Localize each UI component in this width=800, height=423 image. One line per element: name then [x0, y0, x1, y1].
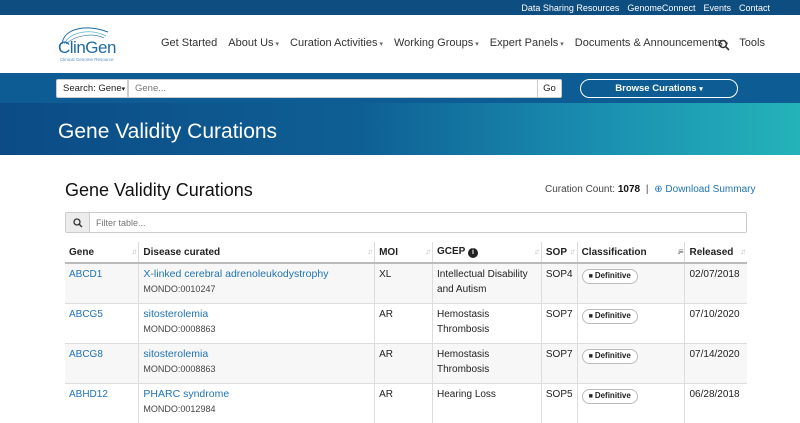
disease-link[interactable]: PHARC syndrome — [143, 387, 370, 402]
file-icon: ■ — [588, 273, 593, 280]
disease-link[interactable]: sitosterolemia — [143, 347, 370, 362]
table-row: ABCG8 sitosterolemia MONDO:0008863 AR Hem… — [65, 342, 747, 383]
file-icon: ■ — [588, 352, 593, 360]
released-cell: 07/10/2020 — [684, 302, 747, 343]
go-button[interactable]: Go — [537, 79, 562, 98]
column-header-classification[interactable]: Classification ↓≡ — [576, 242, 685, 264]
nav-working-groups[interactable]: Working Groups ▾ — [394, 37, 479, 49]
sop-cell: SOP4 — [540, 262, 578, 303]
nav-expert-panels[interactable]: Expert Panels ▾ — [490, 37, 564, 49]
page-banner: Gene Validity Curations — [0, 103, 800, 155]
caret-down-icon: ▾ — [275, 41, 280, 48]
nav-tools[interactable]: Tools — [739, 37, 765, 49]
browse-curations-button[interactable]: Browse Curations ▾ — [580, 79, 738, 98]
nav-about-us[interactable]: About Us ▾ — [228, 37, 279, 49]
sop-cell: SOP7 — [540, 342, 578, 383]
mondo-id: MONDO:0008863 — [143, 363, 216, 374]
logo-wordmark: ClinGen — [58, 38, 116, 57]
sop-cell: SOP7 — [540, 302, 578, 343]
banner-title: Gene Validity Curations — [58, 120, 278, 143]
column-header-sop[interactable]: SOP ↓↑ — [540, 242, 578, 264]
info-icon[interactable]: i — [467, 248, 478, 258]
caret-down-icon: ▾ — [121, 86, 126, 93]
search-type-dropdown[interactable]: Search: Gene▾ — [56, 79, 128, 98]
column-header-released[interactable]: Released ↓↑ — [684, 242, 747, 264]
nav-curation-activities[interactable]: Curation Activities ▾ — [290, 37, 383, 49]
nav-documents-announcements[interactable]: Documents & Announcements ▾ — [575, 37, 729, 49]
sort-desc-icon: ↓≡ — [676, 247, 684, 256]
table-row: ABHD12 PHARC syndrome MONDO:0012984 AR He… — [65, 382, 747, 423]
genomeconnect-link[interactable]: GenomeConnect — [627, 3, 695, 13]
mondo-id: MONDO:0012984 — [143, 403, 216, 414]
primary-nav: Get Started About Us ▾ Curation Activitie… — [161, 37, 776, 49]
page-title: Gene Validity Curations — [65, 180, 253, 200]
caret-down-icon: ▾ — [475, 41, 479, 48]
gcep-cell: Hemostasis Thrombosis — [432, 342, 542, 383]
contact-link[interactable]: Contact — [739, 3, 770, 13]
filter-search-icon — [66, 213, 90, 232]
file-icon: ■ — [588, 312, 593, 320]
classification-badge[interactable]: ■ Definitive — [581, 388, 638, 404]
search-icon[interactable] — [718, 39, 730, 51]
gene-validity-table: Gene ↓↑ Disease curated ↓↑ MOI ↓↑ GCEP i ↓↑ … — [65, 242, 747, 423]
gcep-cell: Intellectual Disability and Autism — [432, 262, 542, 303]
column-header-gcep[interactable]: GCEP i ↓↑ — [432, 242, 542, 264]
classification-badge[interactable]: ■ Definitive — [581, 348, 638, 364]
sort-icon: ↓↑ — [131, 247, 137, 256]
logo-subtitle: Clinical Genome Resource — [60, 57, 114, 62]
column-header-moi[interactable]: MOI ↓↑ — [374, 242, 433, 264]
search-bar: Search: Gene▾ Go Browse Curations ▾ — [0, 73, 800, 103]
classification-badge[interactable]: ■ Definitive — [581, 308, 638, 324]
disease-link[interactable]: sitosterolemia — [143, 307, 370, 322]
gene-search-input[interactable] — [128, 79, 538, 98]
moi-cell: XL — [374, 262, 433, 303]
table-row: ABCG5 sitosterolemia MONDO:0008863 AR Hem… — [65, 302, 747, 343]
utility-bar: Data Sharing Resources GenomeConnect Eve… — [0, 0, 800, 15]
released-cell: 06/28/2018 — [684, 382, 747, 423]
released-cell: 07/14/2020 — [684, 342, 747, 383]
gene-link[interactable]: ABCD1 — [69, 269, 102, 280]
caret-down-icon: ▾ — [560, 41, 564, 48]
data-sharing-resources-link[interactable]: Data Sharing Resources — [521, 3, 619, 13]
sort-icon: ↓↑ — [740, 247, 746, 256]
gcep-cell: Hearing Loss — [432, 382, 542, 423]
file-icon: ■ — [588, 392, 593, 400]
moi-cell: AR — [374, 302, 433, 343]
events-link[interactable]: Events — [703, 3, 731, 13]
gene-link[interactable]: ABCG5 — [69, 309, 103, 320]
gene-link[interactable]: ABCG8 — [69, 349, 103, 360]
mondo-id: MONDO:0008863 — [143, 323, 216, 334]
curation-count: Curation Count: 1078 | ⊕ Download Summar… — [545, 184, 756, 195]
moi-cell: AR — [374, 342, 433, 383]
download-summary-link[interactable]: ⊕ Download Summary — [654, 184, 755, 195]
classification-badge[interactable]: ■ Definitive — [581, 269, 638, 284]
main-navbar: ClinGen Clinical Genome Resource Get Sta… — [0, 15, 800, 73]
released-cell: 02/07/2018 — [684, 262, 747, 303]
sort-icon: ↓↑ — [367, 247, 373, 256]
nav-get-started[interactable]: Get Started — [161, 37, 217, 49]
gcep-cell: Hemostasis Thrombosis — [432, 302, 542, 343]
disease-link[interactable]: X-linked cerebral adrenoleukodystrophy — [143, 267, 370, 282]
table-row: ABCD1 X-linked cerebral adrenoleukodystr… — [65, 262, 747, 303]
clingen-logo[interactable]: ClinGen Clinical Genome Resource — [56, 24, 116, 64]
download-icon: ⊕ — [654, 184, 663, 195]
sort-icon: ↓↑ — [425, 247, 431, 256]
caret-down-icon: ▾ — [699, 86, 703, 93]
sort-icon: ↓↑ — [533, 247, 540, 256]
column-header-gene[interactable]: Gene ↓↑ — [65, 242, 139, 264]
column-header-disease[interactable]: Disease curated ↓↑ — [138, 242, 375, 264]
gene-link[interactable]: ABHD12 — [69, 389, 108, 400]
moi-cell: AR — [374, 382, 433, 423]
filter-table-input[interactable] — [90, 213, 745, 232]
sop-cell: SOP5 — [540, 382, 578, 423]
sort-icon: ↓↑ — [569, 247, 576, 256]
curation-count-value: 1078 — [617, 184, 641, 195]
mondo-id: MONDO:0010247 — [143, 284, 216, 294]
caret-down-icon: ▾ — [379, 41, 383, 48]
filter-box — [65, 212, 747, 233]
